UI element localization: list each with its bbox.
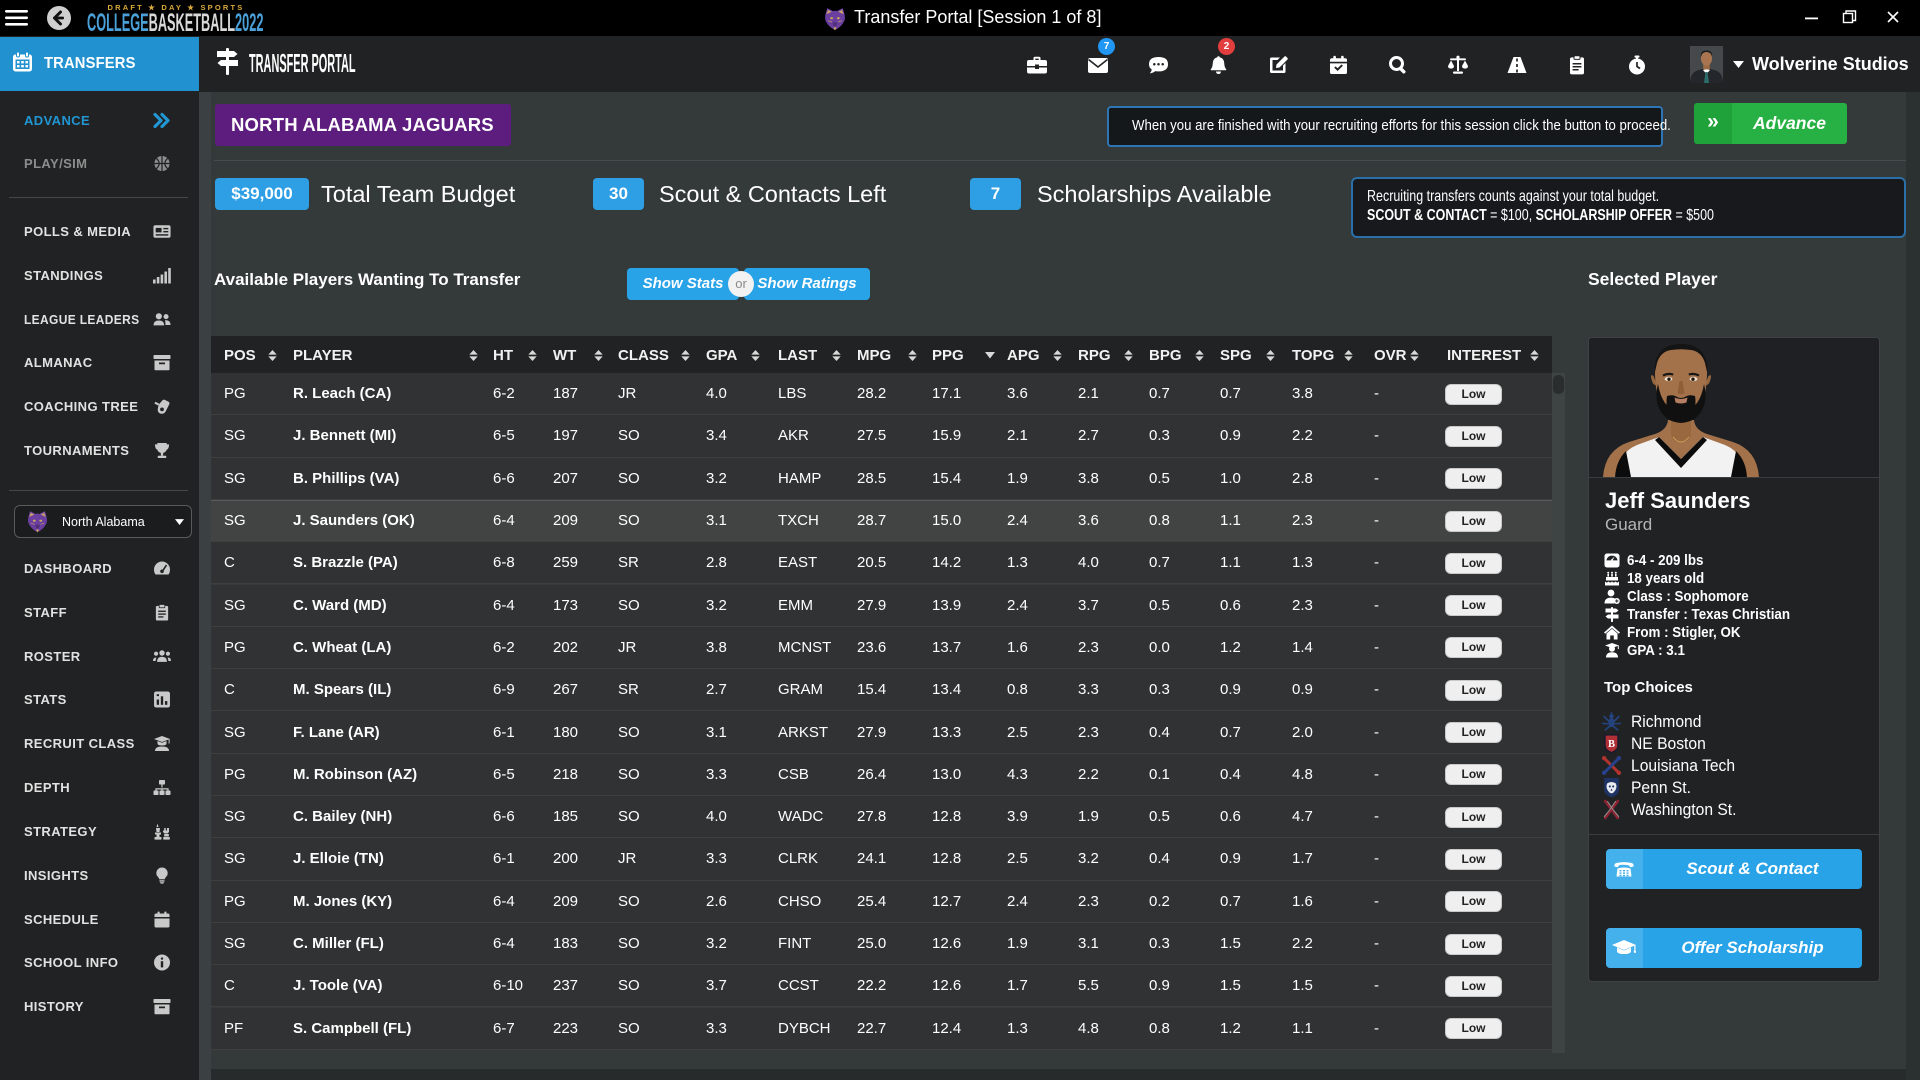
svg-text:B: B	[1608, 739, 1615, 750]
